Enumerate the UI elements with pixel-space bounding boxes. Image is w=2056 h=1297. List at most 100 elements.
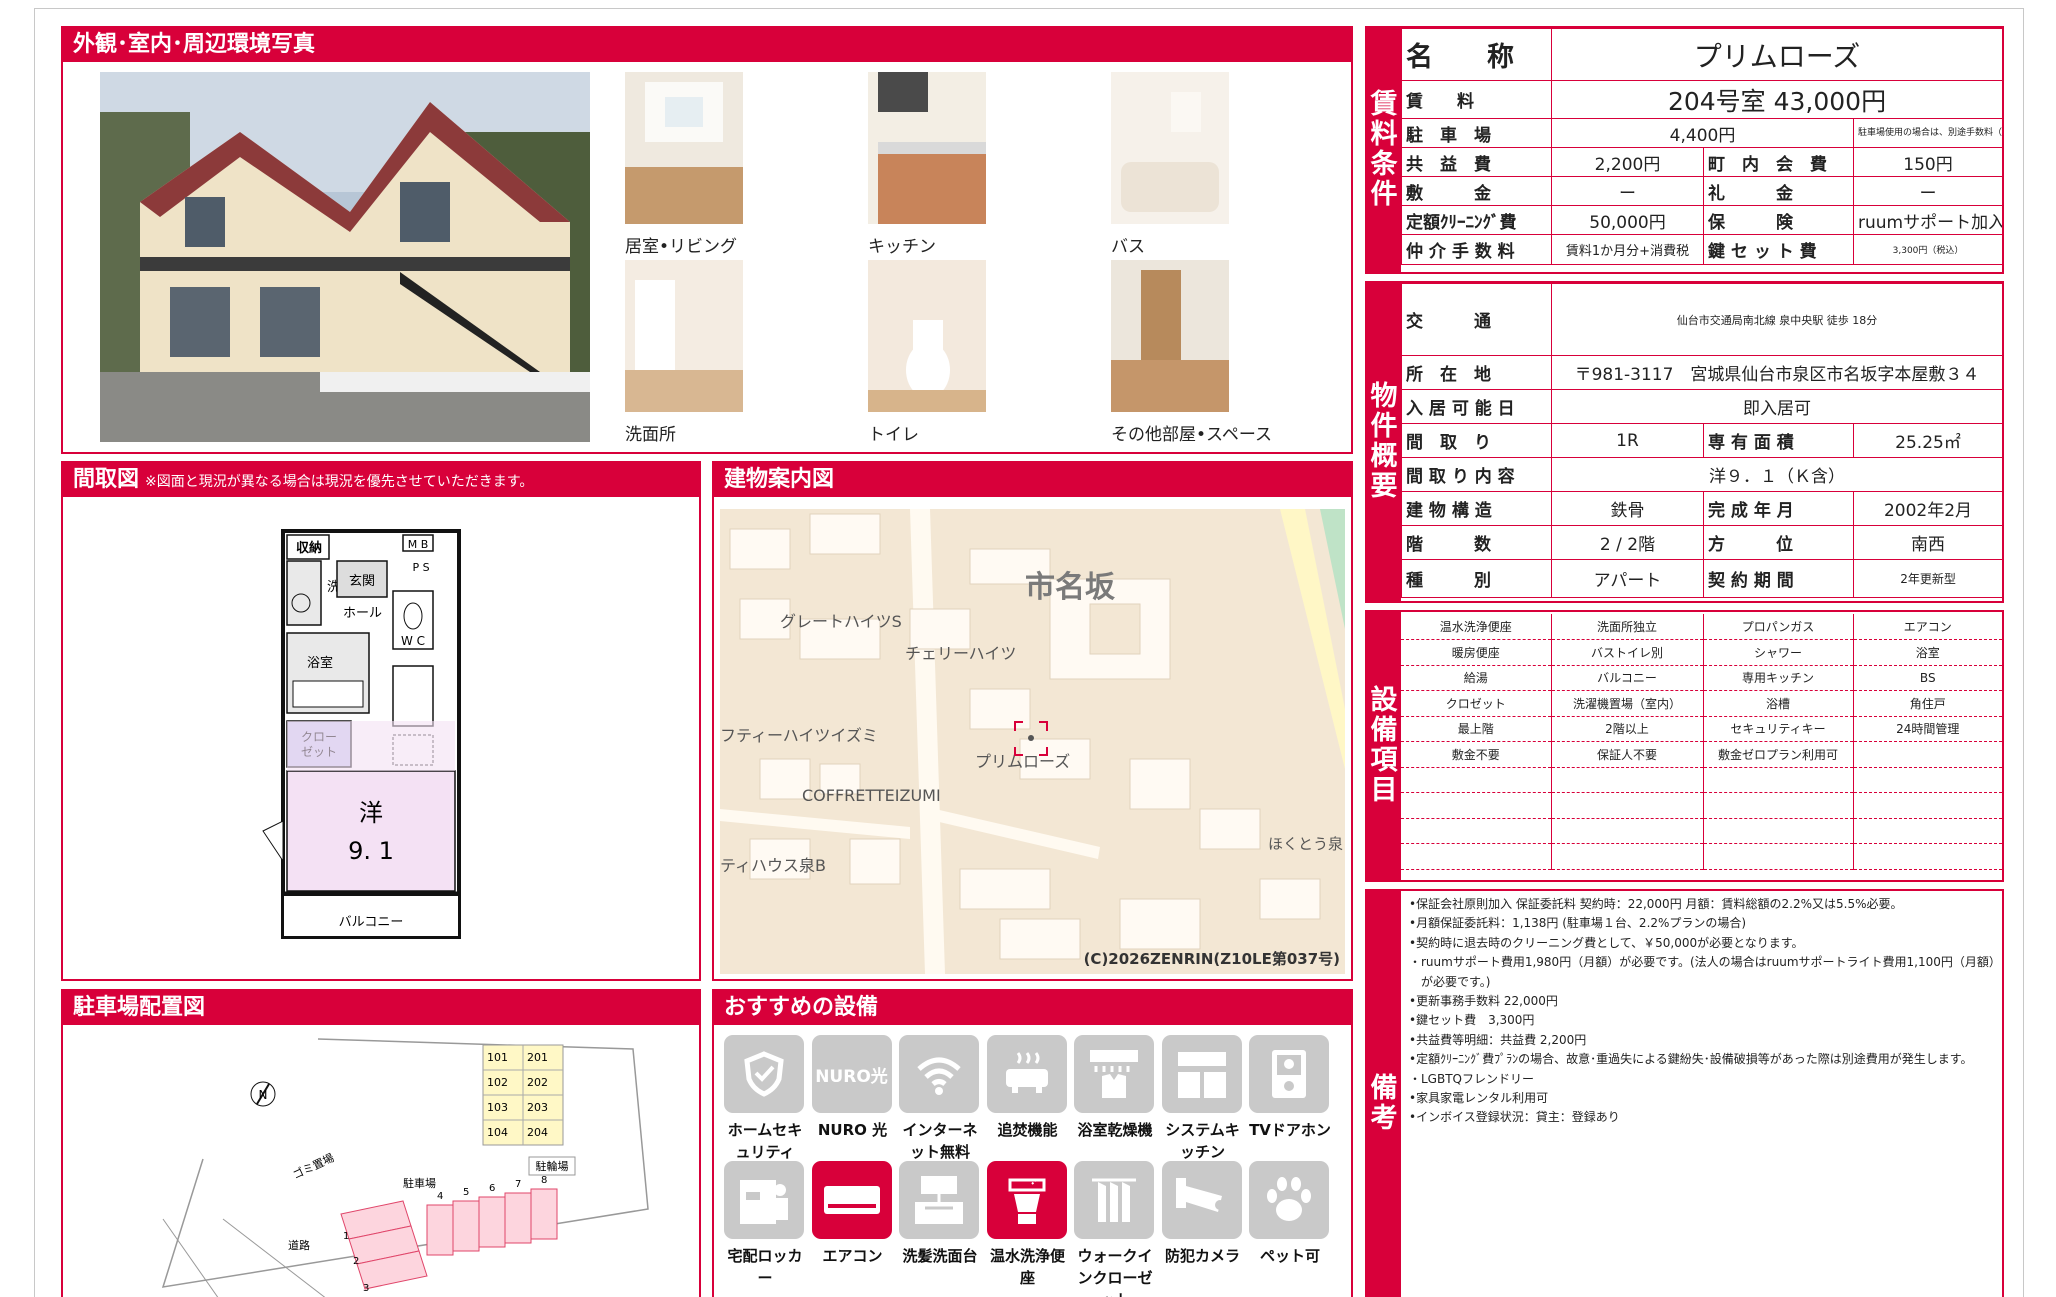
remarks-list: •保証会社原則加入 保証委託料 契約時：22,000円 月額：賃料総額の2.2%… <box>1409 895 2001 1128</box>
bath-caption: バス <box>1111 237 1145 257</box>
area-label: 専 有 面 積 <box>1703 423 1854 458</box>
remark-line: •定額ｸﾘｰﾆﾝｸﾞ費ﾌﾟﾗﾝの場合、故意･重過失による鍵紛失･設備破損等があっ… <box>1409 1052 1973 1067</box>
remarks-tab: 備考 <box>1367 891 1401 1297</box>
room-103: 103 <box>487 1101 508 1114</box>
recommended-item: 温水洗浄便座 <box>986 1161 1069 1289</box>
equipment-item <box>1551 843 1704 870</box>
remark-line: •共益費等明細：共益費 2,200円 <box>1409 1032 1587 1047</box>
parking-panel: 駐車場配置図 N 101 201 102 202 103 203 104 204… <box>61 989 701 1297</box>
equipment-item <box>1853 792 2002 819</box>
garbage-label: ゴミ置場 <box>290 1150 336 1181</box>
equipment-row: クロゼット 洗濯機置場（室内） 浴槽 角住戸 <box>1401 690 2002 717</box>
equipment-item <box>1401 818 1552 844</box>
brokerage-label: 仲 介 手 数 料 <box>1401 234 1552 265</box>
room-202: 202 <box>527 1076 548 1089</box>
map-label-1: グレートハイツS <box>780 612 902 631</box>
recommended-item: ホームセキュリティ <box>724 1035 806 1163</box>
kitchen-icon <box>1161 1035 1242 1113</box>
equipment-item: 最上階 <box>1401 716 1552 742</box>
living-room-photo <box>625 72 743 224</box>
lot-label: 駐車場 <box>403 1176 436 1190</box>
keyset-label: 鍵 セ ッ ト 費 <box>1703 234 1854 265</box>
type-value: アパート <box>1551 559 1704 598</box>
move-in-label: 入 居 可 能 日 <box>1401 389 1552 424</box>
living-room-caption: 居室•リビング <box>625 237 738 257</box>
equipment-item: 温水洗浄便座 <box>1401 614 1552 640</box>
floor-label: 階 数 <box>1401 525 1552 560</box>
keyset-value: 3,300円（税込） <box>1852 234 2004 265</box>
recommended-item: インターネット無料 <box>899 1035 981 1163</box>
fp-wc: W C <box>401 634 425 648</box>
fp-balcony: バルコニー <box>339 915 404 930</box>
map-label-3: フティーハイツイズミ <box>720 726 878 745</box>
parking-label: 駐 車 場 <box>1401 118 1552 148</box>
structure-value: 鉄骨 <box>1551 491 1704 526</box>
equipment-item <box>1853 818 2002 844</box>
map-label-7: ほくとう泉 <box>1268 835 1343 853</box>
recommended-item-label: インターネット無料 <box>902 1121 978 1161</box>
fp-mb: M B <box>408 538 429 551</box>
space-4: 4 <box>437 1191 443 1202</box>
remark-line: •インボイス登録状況：貸主：登録あり <box>1409 1110 1620 1125</box>
fp-ps: P S <box>412 561 429 574</box>
built-value: 2002年2月 <box>1852 491 2004 526</box>
equipment-row: 最上階 2階以上 セキュリティキー 24時間管理 <box>1401 716 2002 742</box>
recommended-item: 洗髪洗面台 <box>899 1161 981 1267</box>
room-203: 203 <box>527 1101 548 1114</box>
contract-label: 契 約 期 間 <box>1703 559 1854 598</box>
key-money-value: ー <box>1852 176 2004 206</box>
equipment-item: 保証人不要 <box>1551 741 1704 768</box>
recommended-item-label: 追焚機能 <box>997 1121 1058 1139</box>
space-2: 2 <box>353 1256 359 1267</box>
equipment-item: 洗面所独立 <box>1551 614 1704 640</box>
room-101: 101 <box>487 1051 508 1064</box>
remark-line: ・ruumサポート費用1,980円（月額）が必要です。(法人の場合はruumサポ… <box>1409 955 2001 970</box>
recommended-item-label: ウォークインクローゼット <box>1077 1247 1153 1297</box>
rent-tab: 賃料条件 <box>1367 28 1401 272</box>
map-label-5: COFFRETTEIZUMI <box>802 786 941 805</box>
property-panel: 物件概要 交 通仙台市交通局南北線 泉中央駅 徒歩 18分 所 在 地〒981-… <box>1365 281 2004 603</box>
space-3: 3 <box>363 1283 369 1294</box>
equipment-item <box>1703 818 1854 844</box>
direction-value: 南西 <box>1852 525 2004 560</box>
kitchen-photo <box>868 72 986 224</box>
equipment-item: セキュリティキー <box>1703 716 1854 742</box>
space-5: 5 <box>463 1187 469 1198</box>
common-fee-value: 2,200円 <box>1551 147 1704 177</box>
aircon-icon <box>811 1161 892 1239</box>
shield-icon <box>724 1035 804 1113</box>
map-label-2: チェリーハイツ <box>905 644 1016 663</box>
locker-icon <box>724 1161 804 1239</box>
nuro-icon: NURO光 <box>811 1035 892 1113</box>
toilet-icon <box>986 1161 1067 1239</box>
intercom-icon <box>1249 1035 1329 1113</box>
toilet-photo <box>868 260 986 412</box>
map-panel: 建物案内図 市名坂 グレートハイツS チェリーハイツ フティーハイツイズミ プリ… <box>712 461 1353 981</box>
equipment-row: 給湯 バルコニー 専用キッチン BS <box>1401 665 2002 691</box>
property-tab: 物件概要 <box>1367 283 1401 601</box>
contract-value: 2年更新型 <box>1852 559 2004 598</box>
town-fee-value: 150円 <box>1852 147 2004 177</box>
north-icon: N <box>250 1081 276 1107</box>
floorplan-title: 間取図 ※図面と現況が異なる場合は現況を優先させていただきます。 <box>63 463 699 497</box>
floorplan-note: ※図面と現況が異なる場合は現況を優先させていただきます。 <box>145 474 534 490</box>
equipment-tab: 設備項目 <box>1367 612 1401 880</box>
equipment-item: 24時間管理 <box>1853 716 2002 742</box>
map-label-0: 市名坂 <box>1025 570 1115 605</box>
paw-icon <box>1249 1161 1329 1239</box>
space-6: 6 <box>489 1183 495 1194</box>
remark-line: •契約時に退去時のクリーニング費として、￥50,000が必要となります。 <box>1409 935 1804 950</box>
layout-detail-value: 洋９．１（Ｋ含） <box>1550 457 2004 492</box>
map-area[interactable]: 市名坂 グレートハイツS チェリーハイツ フティーハイツイズミ プリムローズ C… <box>720 509 1345 974</box>
property-name: プリムローズ <box>1550 28 2004 81</box>
address-value: 〒981-3117 宮城県仙台市泉区市名坂字本屋敷３４ <box>1550 355 2004 390</box>
common-fee-label: 共 益 費 <box>1401 147 1552 177</box>
kitchen-caption: キッチン <box>868 237 936 257</box>
equipment-item: エアコン <box>1853 614 2002 640</box>
bicycle-label: 駐輪場 <box>536 1159 569 1173</box>
equipment-row <box>1401 767 2002 793</box>
equipment-item: 浴槽 <box>1703 690 1854 717</box>
recommended-item: ウォークインクローゼット <box>1074 1161 1156 1297</box>
equipment-item: 洗濯機置場（室内） <box>1551 690 1704 717</box>
floor-value: 2 / 2階 <box>1551 525 1704 560</box>
